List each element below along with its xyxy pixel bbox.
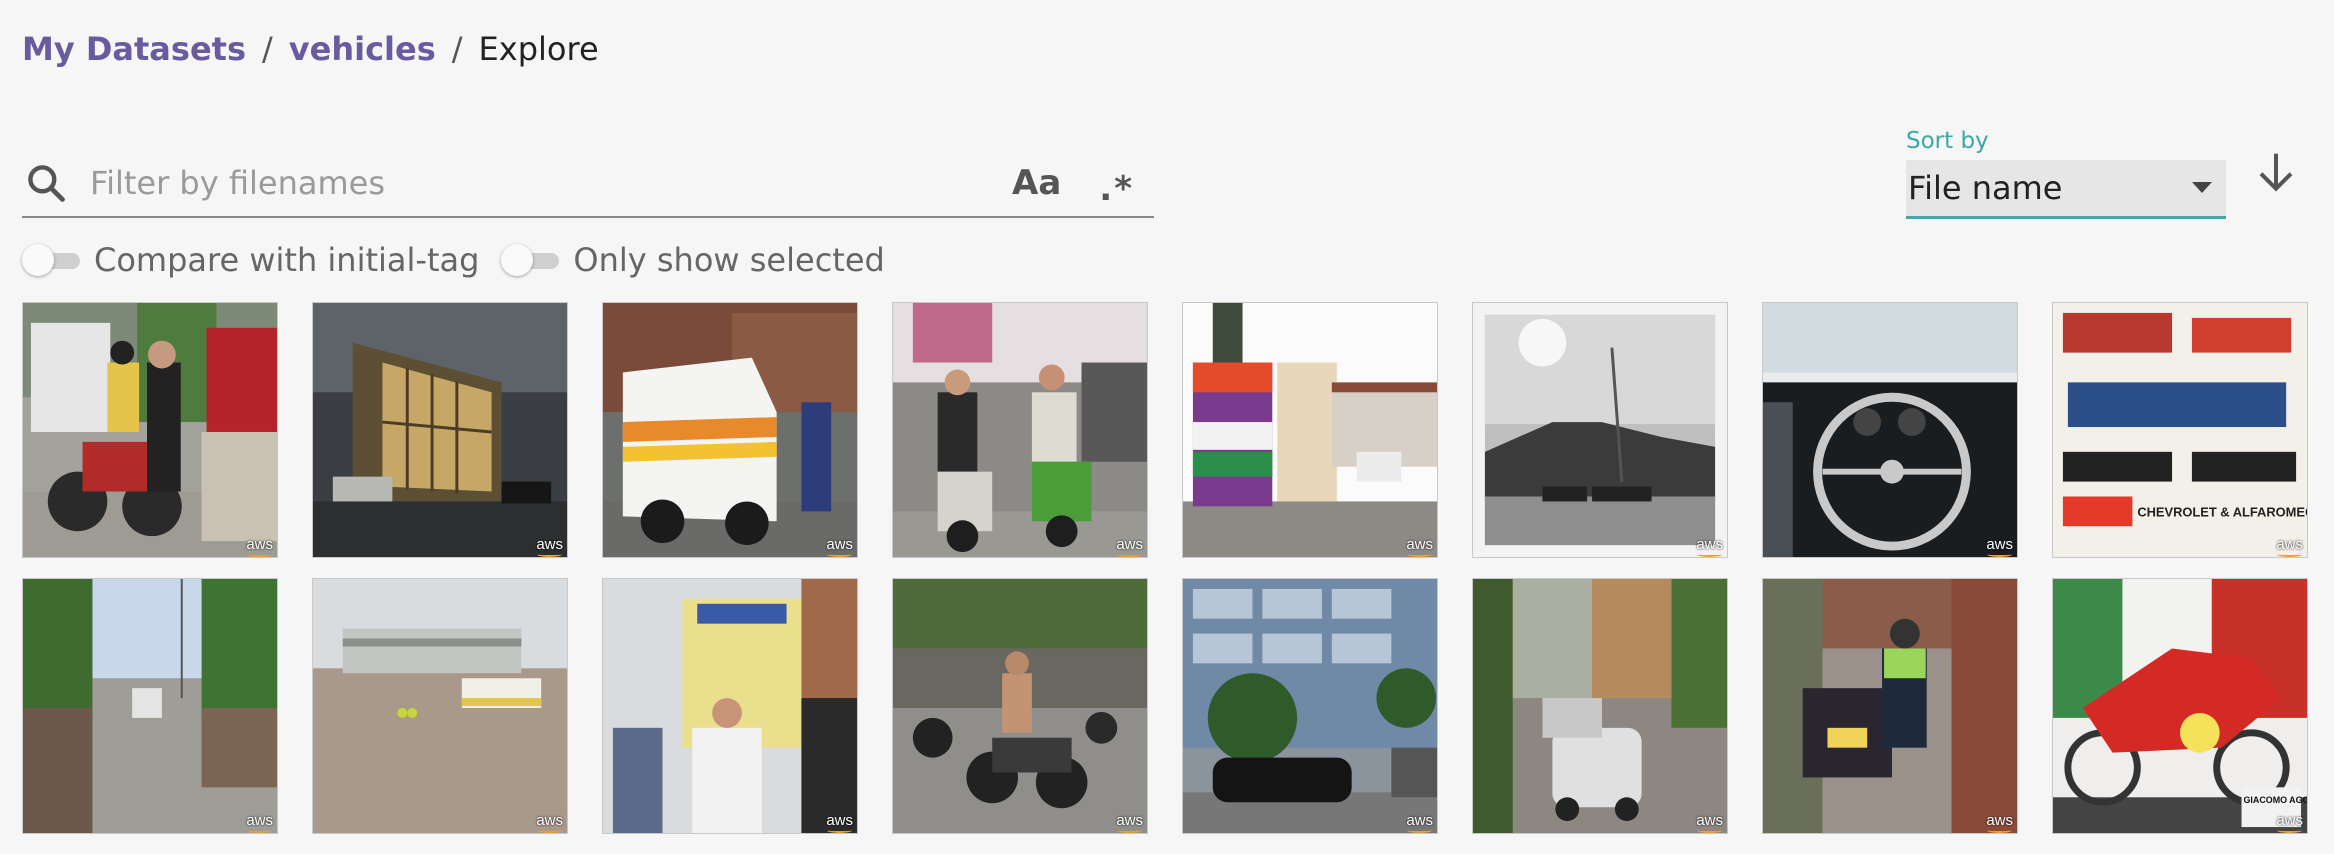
breadcrumb-current: Explore — [478, 30, 599, 68]
image-tile[interactable]: aws — [1472, 578, 1728, 834]
breadcrumb-separator: / — [451, 30, 463, 68]
aws-badge: aws — [246, 536, 273, 557]
match-case-button[interactable]: Aa — [1012, 163, 1061, 203]
image-tile[interactable]: aws — [1762, 578, 2018, 834]
thumb-street-billboard — [1183, 303, 1437, 557]
caret-down-icon — [2192, 182, 2212, 193]
image-tile[interactable]: aws — [892, 578, 1148, 834]
breadcrumb: My Datasets / vehicles / Explore — [22, 30, 599, 68]
thumb-red-race-motorcycle: GIACOMO AGOSTINI — [2053, 579, 2307, 833]
only-selected-label: Only show selected — [573, 241, 885, 279]
thumb-car-dashboard — [1763, 303, 2017, 557]
image-tile[interactable]: aws — [22, 578, 278, 834]
image-tile[interactable]: aws — [312, 578, 568, 834]
thumb-parade-street — [23, 579, 277, 833]
aws-badge: aws — [1406, 812, 1433, 833]
aws-badge: aws — [1116, 536, 1143, 557]
aws-badge: aws — [1406, 536, 1433, 557]
only-selected-toggle[interactable]: Only show selected — [501, 241, 906, 279]
aws-badge: aws — [1116, 812, 1143, 833]
thumb-parked-cars-street — [1473, 579, 1727, 833]
image-tile[interactable]: aws — [312, 302, 568, 558]
thumb-car-advertisement: CHEVROLET & ALFAROMEO — [2053, 303, 2307, 557]
image-tile[interactable]: GIACOMO AGOSTINI aws — [2052, 578, 2308, 834]
breadcrumb-my-datasets[interactable]: My Datasets — [22, 30, 246, 68]
image-tile[interactable]: CHEVROLET & ALFAROMEO aws — [2052, 302, 2308, 558]
compare-toggle[interactable]: Compare with initial-tag — [22, 241, 501, 279]
image-tile[interactable]: aws — [602, 578, 858, 834]
ad-caption: CHEVROLET & ALFAROMEO — [2137, 504, 2307, 519]
image-tile[interactable]: aws — [1472, 302, 1728, 558]
aws-badge: aws — [1696, 812, 1723, 833]
aws-badge: aws — [1696, 536, 1723, 557]
aws-badge: aws — [536, 812, 563, 833]
only-selected-switch[interactable] — [501, 244, 560, 276]
compare-switch[interactable] — [22, 244, 80, 276]
aws-badge: aws — [1986, 536, 2013, 557]
image-tile[interactable]: aws — [22, 302, 278, 558]
bike-caption: GIACOMO AGOSTINI — [2244, 795, 2308, 805]
thumb-glass-building-night — [313, 303, 567, 557]
filter-input[interactable] — [88, 163, 1013, 203]
aws-badge: aws — [826, 812, 853, 833]
thumb-ambulance — [603, 303, 857, 557]
sort-by-label: Sort by — [1906, 128, 1989, 154]
breadcrumb-vehicles[interactable]: vehicles — [289, 30, 436, 68]
image-tile[interactable]: aws — [1182, 302, 1438, 558]
image-tile[interactable]: aws — [602, 302, 858, 558]
image-tile[interactable]: aws — [1182, 578, 1438, 834]
arrow-down-icon[interactable] — [2256, 150, 2296, 194]
image-tile[interactable]: aws — [892, 302, 1148, 558]
search-icon — [28, 165, 65, 202]
thumb-airport-bus — [313, 579, 567, 833]
aws-badge: aws — [2276, 812, 2303, 833]
breadcrumb-separator: / — [261, 30, 273, 68]
regex-button[interactable]: .* — [1099, 169, 1134, 209]
thumb-motorcycle-riders — [23, 303, 277, 557]
thumb-scooter-riders — [893, 303, 1147, 557]
thumb-police-motorcycle — [1763, 579, 2017, 833]
image-tile[interactable]: aws — [1762, 302, 2018, 558]
aws-badge: aws — [246, 812, 273, 833]
thumb-office-building-car — [1183, 579, 1437, 833]
compare-toggle-label: Compare with initial-tag — [94, 241, 480, 279]
view-toggles: Compare with initial-tag Only show selec… — [22, 240, 907, 280]
thumb-grayscale-hill — [1473, 303, 1727, 557]
aws-badge: aws — [826, 536, 853, 557]
aws-badge: aws — [1986, 812, 2013, 833]
thumb-motorbike-crowd — [893, 579, 1147, 833]
sort-by-value: File name — [1908, 169, 2063, 207]
aws-badge: aws — [2276, 536, 2303, 557]
filename-filter: Aa .* — [22, 150, 1154, 218]
sort-by-select[interactable]: File name — [1906, 160, 2226, 219]
aws-badge: aws — [536, 536, 563, 557]
thumb-food-truck — [603, 579, 857, 833]
